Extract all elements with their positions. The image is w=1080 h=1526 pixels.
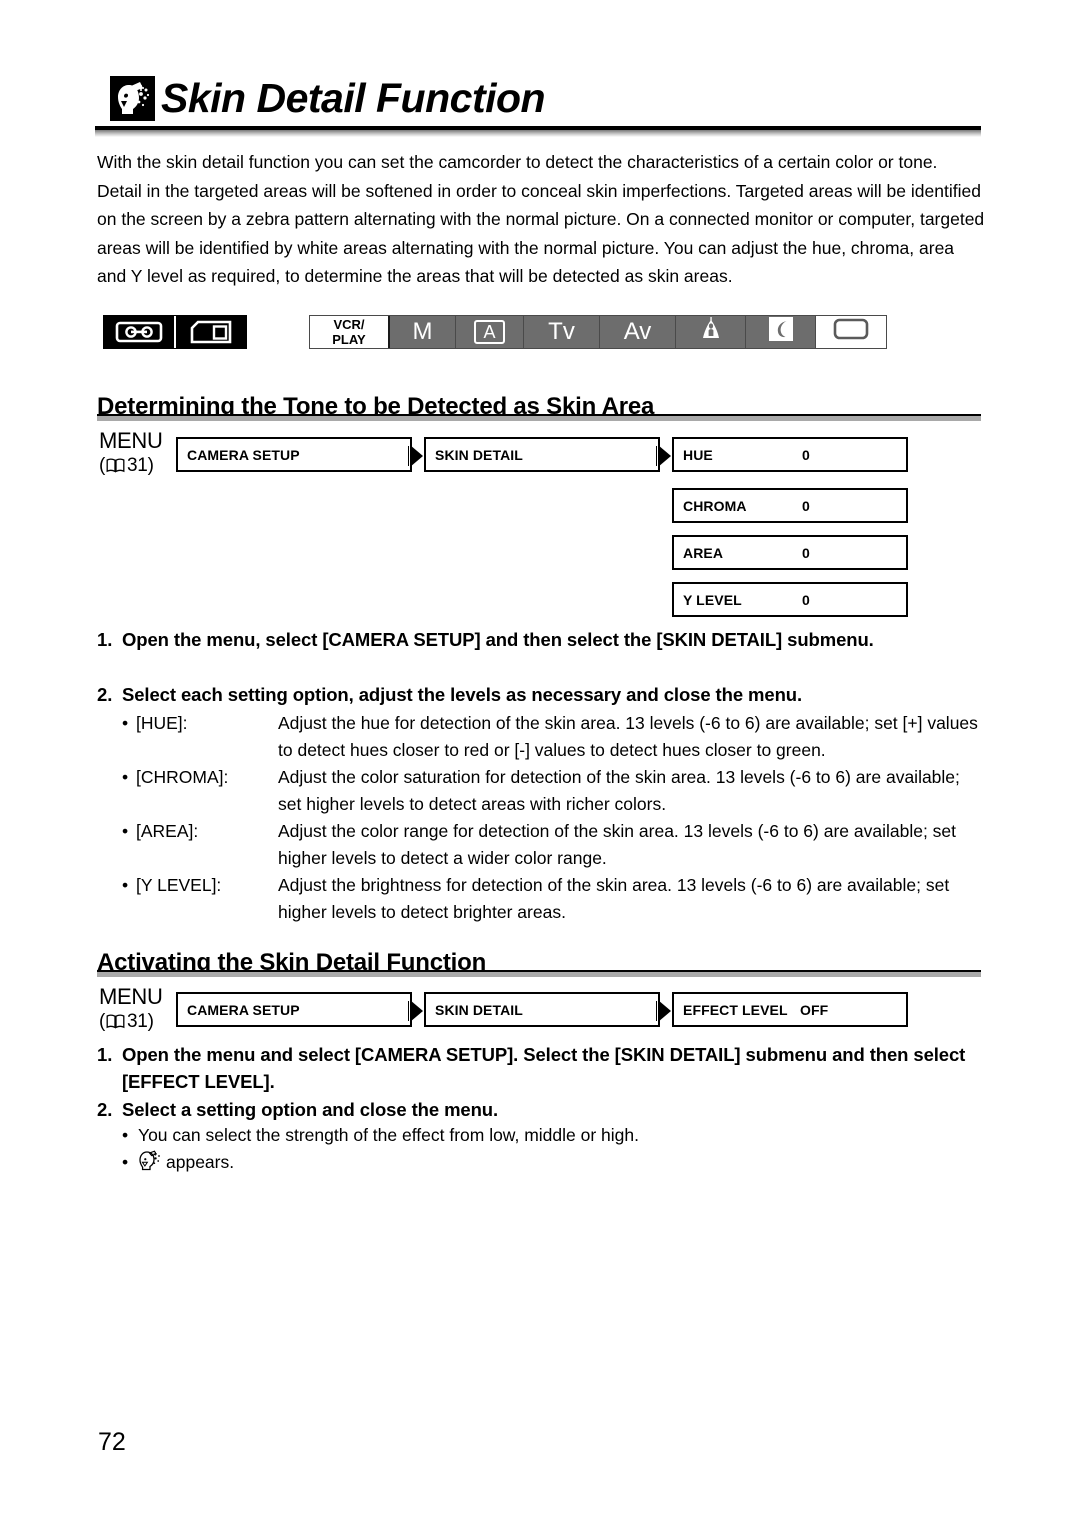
menu-option-label: CHROMA <box>683 497 747 514</box>
menu-option-value: 0 <box>802 591 810 608</box>
mode-vcr-line2: PLAY <box>332 332 366 347</box>
menu-option-label: Y LEVEL <box>683 591 742 608</box>
mode-auto-label: A <box>474 320 505 344</box>
menu-box-value: OFF <box>800 1001 829 1018</box>
menu-box-label: EFFECT LEVEL <box>683 1001 788 1018</box>
bullet-term: [Y LEVEL]: <box>136 875 222 895</box>
mode-vcr-line1: VCR/ <box>333 317 365 332</box>
moon-night-icon <box>767 315 795 349</box>
step-text: Open the menu and select [CAMERA SETUP].… <box>122 1044 966 1092</box>
mode-tv: Tv <box>524 316 600 348</box>
section2-bullet-appears: • appears. <box>122 1149 987 1176</box>
menu-option-label: AREA <box>683 544 724 561</box>
step-text: Open the menu, select [CAMERA SETUP] and… <box>122 629 874 650</box>
step-number: 2. <box>97 1099 113 1120</box>
menu-box-skin-detail-2[interactable]: SKIN DETAIL <box>424 992 660 1027</box>
section1-step-1: 1. Open the menu, select [CAMERA SETUP] … <box>97 626 987 653</box>
menu-word: MENU <box>99 428 163 453</box>
menu-page-ref: (31) <box>99 455 154 476</box>
bullet-description: Adjust the color range for detection of … <box>278 821 957 868</box>
page-title: Skin Detail Function <box>161 75 546 121</box>
bullet-description: Adjust the hue for detection of the skin… <box>278 713 978 760</box>
mode-av-label: Av <box>623 318 652 345</box>
section1-bullet-hue: • [HUE]: Adjust the hue for detection of… <box>122 710 987 764</box>
bullet-term: [CHROMA]: <box>136 767 229 787</box>
bullet-term: [AREA]: <box>136 821 199 841</box>
menu-page-ref: (31) <box>99 1011 154 1032</box>
menu-box-label: SKIN DETAIL <box>435 1001 523 1018</box>
menu-option-value: 0 <box>802 446 810 463</box>
bullet-dot: • <box>122 713 129 733</box>
mode-portrait <box>676 316 746 348</box>
page-number: 72 <box>98 1428 126 1456</box>
section1-menu-label: MENU (31) <box>99 429 163 478</box>
section2-rule-shadow <box>97 972 981 977</box>
step-number: 1. <box>97 1044 113 1065</box>
bullet-text: appears. <box>166 1152 235 1172</box>
step-text: Select a setting option and close the me… <box>122 1099 499 1120</box>
menu-option-value: 0 <box>802 497 810 514</box>
section2-bullet-strength: • You can select the strength of the eff… <box>122 1122 987 1149</box>
bullet-description: Adjust the brightness for detection of t… <box>278 875 950 922</box>
mode-card <box>816 316 886 348</box>
mode-m-label: M <box>412 318 433 345</box>
bullet-dot: • <box>122 875 129 895</box>
menu-box-camera-setup[interactable]: CAMERA SETUP <box>176 437 412 472</box>
bullet-dot: • <box>122 1125 129 1145</box>
menu-option-chroma[interactable]: CHROMA 0 <box>672 488 908 523</box>
menu-page-number: 31 <box>127 1011 148 1032</box>
title-rule-shadow <box>95 130 981 137</box>
step-text: Select each setting option, adjust the l… <box>122 684 803 705</box>
portrait-icon <box>698 316 724 348</box>
step-number: 1. <box>97 629 113 650</box>
mode-av: Av <box>600 316 676 348</box>
book-icon <box>106 1014 125 1029</box>
menu-option-value: 0 <box>802 544 810 561</box>
intro-paragraph: With the skin detail function you can se… <box>97 152 985 286</box>
card-rec-icon <box>832 316 870 348</box>
media-icon-group <box>103 315 247 349</box>
page-title-row: Skin Detail Function <box>110 75 546 121</box>
section1-step-2: 2. Select each setting option, adjust th… <box>97 681 987 708</box>
bullet-term: [HUE]: <box>136 713 188 733</box>
section1-rule-shadow <box>97 416 981 421</box>
section2-menu-label: MENU (31) <box>99 985 163 1034</box>
tape-icon <box>104 316 174 348</box>
memory-card-icon <box>176 316 246 348</box>
menu-word: MENU <box>99 984 163 1009</box>
skin-detail-face-icon <box>139 1150 160 1171</box>
section1-bullet-chroma: • [CHROMA]: Adjust the color saturation … <box>122 764 987 818</box>
bullet-description: Adjust the color saturation for detectio… <box>278 767 960 814</box>
mode-tv-label: Tv <box>548 318 575 345</box>
menu-page-number: 31 <box>127 455 148 476</box>
section1-bullet-y-level: • [Y LEVEL]: Adjust the brightness for d… <box>122 872 987 926</box>
menu-box-effect-level[interactable]: EFFECT LEVEL OFF <box>672 992 908 1027</box>
menu-option-y-level[interactable]: Y LEVEL 0 <box>672 582 908 617</box>
section1-bullet-area: • [AREA]: Adjust the color range for det… <box>122 818 987 872</box>
section2-step-2: 2. Select a setting option and close the… <box>97 1096 987 1123</box>
bullet-dot: • <box>122 1152 129 1172</box>
book-icon <box>106 458 125 473</box>
menu-option-hue[interactable]: HUE 0 <box>672 437 908 472</box>
document-page: Skin Detail Function With the skin detai… <box>0 0 1080 1526</box>
step-number: 2. <box>97 684 113 705</box>
menu-box-label: SKIN DETAIL <box>435 446 523 463</box>
mode-m: M <box>390 316 456 348</box>
menu-box-skin-detail[interactable]: SKIN DETAIL <box>424 437 660 472</box>
skin-detail-face-icon <box>110 76 155 121</box>
mode-bar: VCR/ PLAY M A Tv Av <box>309 315 887 349</box>
menu-box-camera-setup-2[interactable]: CAMERA SETUP <box>176 992 412 1027</box>
bullet-description: appears. <box>138 1149 987 1176</box>
menu-option-area[interactable]: AREA 0 <box>672 535 908 570</box>
bullet-description: You can select the strength of the effec… <box>138 1125 639 1145</box>
bullet-dot: • <box>122 767 129 787</box>
bullet-dot: • <box>122 821 129 841</box>
mode-vcr-play: VCR/ PLAY <box>310 316 390 348</box>
section2-step-1: 1. Open the menu and select [CAMERA SETU… <box>97 1041 987 1095</box>
menu-box-label: CAMERA SETUP <box>187 446 300 463</box>
menu-option-label: HUE <box>683 446 713 463</box>
menu-box-label: CAMERA SETUP <box>187 1001 300 1018</box>
mode-night <box>746 316 816 348</box>
mode-auto: A <box>456 316 524 348</box>
